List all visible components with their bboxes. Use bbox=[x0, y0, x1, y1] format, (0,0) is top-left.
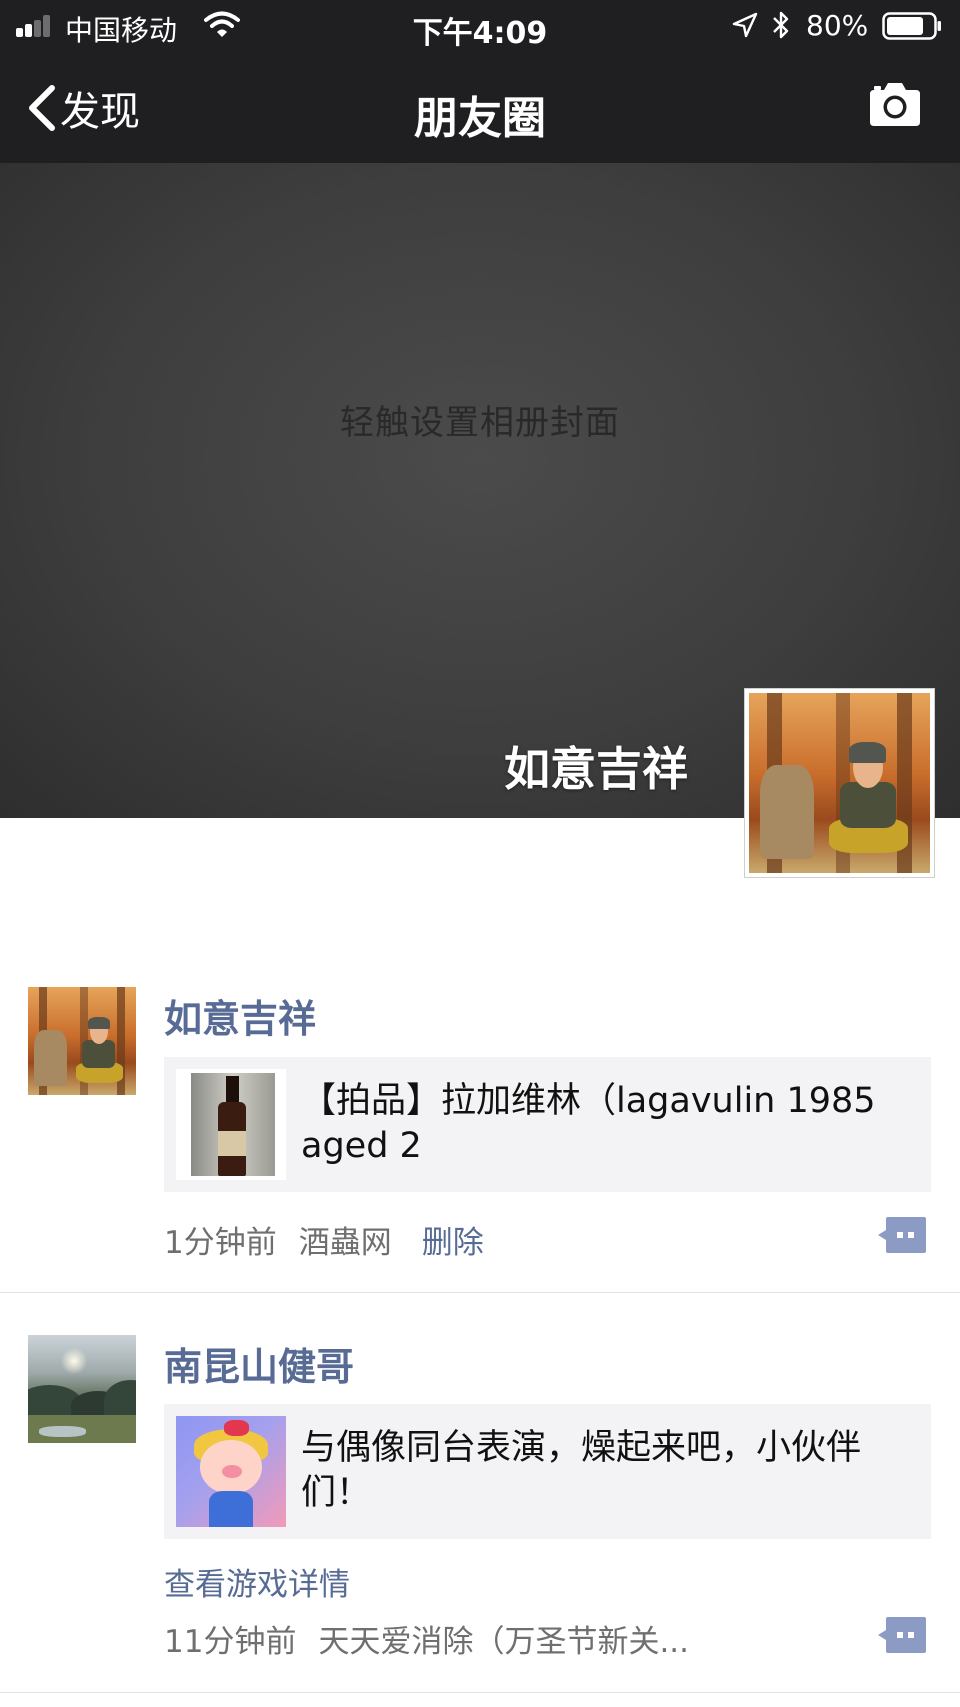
page-title: 朋友圈 bbox=[414, 93, 546, 144]
location-icon bbox=[732, 12, 758, 38]
comment-icon[interactable] bbox=[876, 1615, 928, 1655]
post-meta: 11分钟前 天天爱消除（万圣节新关... bbox=[164, 1616, 689, 1661]
owner-avatar[interactable] bbox=[744, 688, 935, 878]
bluetooth-icon bbox=[773, 11, 789, 39]
card-thumbnail bbox=[176, 1069, 286, 1180]
post-author[interactable]: 如意吉祥 bbox=[164, 988, 316, 1043]
avatar-image bbox=[28, 987, 136, 1095]
owner-name[interactable]: 如意吉祥 bbox=[504, 733, 688, 799]
shared-link-card[interactable]: 【拍品】拉加维林（lagavulin 1985 aged 2 bbox=[164, 1057, 931, 1192]
card-thumbnail bbox=[176, 1416, 286, 1527]
post-author[interactable]: 南昆山健哥 bbox=[164, 1336, 354, 1391]
post-meta: 1分钟前 酒蟲网 删除 bbox=[164, 1217, 484, 1262]
post-source[interactable]: 酒蟲网 bbox=[299, 1225, 392, 1261]
status-bar: 中国移动 下午4:09 80% bbox=[0, 0, 960, 52]
shared-game-card[interactable]: 与偶像同台表演，燥起来吧，小伙伴们！ bbox=[164, 1404, 931, 1539]
avatar-image bbox=[749, 693, 930, 873]
top-bar: 中国移动 下午4:09 80% 发现 朋友圈 bbox=[0, 0, 960, 163]
battery-icon bbox=[882, 12, 941, 40]
game-detail-link[interactable]: 查看游戏详情 bbox=[164, 1559, 350, 1604]
camera-icon[interactable] bbox=[866, 80, 924, 128]
post-time: 11分钟前 bbox=[164, 1624, 297, 1660]
avatar[interactable] bbox=[28, 1335, 136, 1443]
navigation-bar: 发现 朋友圈 bbox=[0, 52, 960, 163]
card-title: 与偶像同台表演，燥起来吧，小伙伴们！ bbox=[301, 1428, 862, 1513]
delete-button[interactable]: 删除 bbox=[422, 1225, 484, 1261]
moment-post: 南昆山健哥 与偶像同台表演，燥起来吧，小伙伴们！ 查看游戏详情 11分钟前 天天爱… bbox=[0, 1293, 960, 1693]
moment-post: 如意吉祥 【拍品】拉加维林（lagavulin 1985 aged 2 1分钟前… bbox=[0, 960, 960, 1293]
card-title: 【拍品】拉加维林（lagavulin 1985 aged 2 bbox=[301, 1081, 876, 1166]
post-source[interactable]: 天天爱消除（万圣节新关... bbox=[318, 1624, 689, 1660]
cover-hint: 轻触设置相册封面 bbox=[340, 403, 620, 443]
battery-percent: 80% bbox=[806, 9, 869, 42]
post-time: 1分钟前 bbox=[164, 1225, 277, 1261]
comment-icon[interactable] bbox=[876, 1215, 928, 1255]
avatar[interactable] bbox=[28, 987, 136, 1095]
avatar-image bbox=[28, 1335, 136, 1443]
